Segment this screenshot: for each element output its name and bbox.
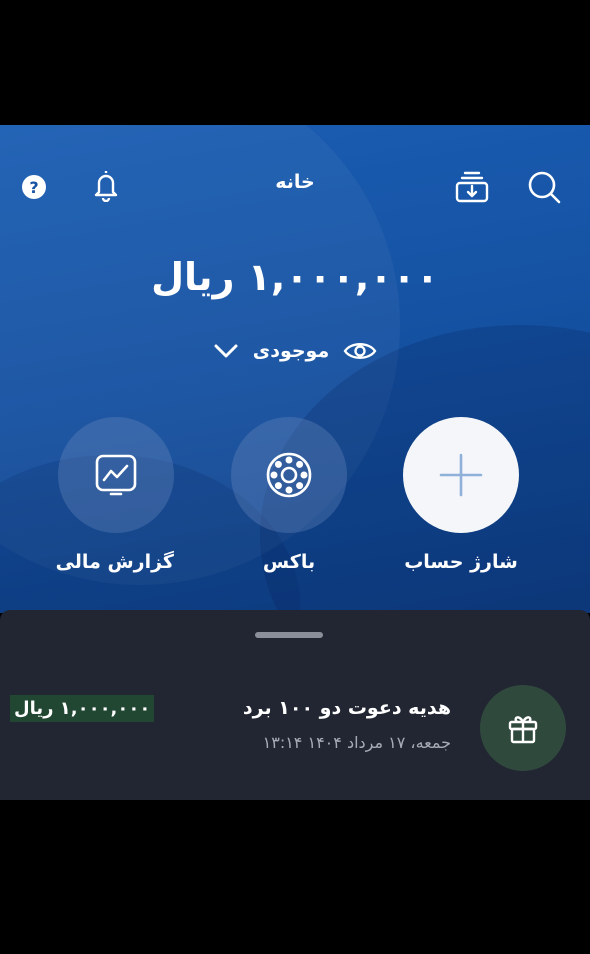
notifications-button[interactable] [86,165,126,205]
transaction-icon [480,685,566,771]
download-button[interactable] [452,167,492,207]
chevron-down-icon[interactable] [213,342,239,360]
plus-icon [439,453,483,497]
bell-icon [94,171,118,202]
gift-icon [508,716,538,744]
transactions-sheet: هدیه دعوت دو ۱۰۰ برد جمعه، ۱۷ مرداد ۱۴۰۴… [0,610,590,800]
charge-account-action[interactable]: شارژ حساب [403,417,519,573]
box-action[interactable]: باکس [231,417,347,573]
search-button[interactable] [524,167,564,207]
box-icon [266,452,312,498]
charge-account-button[interactable] [403,417,519,533]
transaction-amount: ۱,۰۰۰,۰۰۰ ریال [10,695,155,722]
balance-amount: ۱,۰۰۰,۰۰۰ ریال [151,255,439,299]
app-screen: ? خانه ۱,۰۰۰,۰۰۰ ریال موجودی شارژ حساب ب… [0,125,590,800]
balance-toggle[interactable]: موجودی [190,333,400,369]
box-button[interactable] [231,417,347,533]
svg-text:?: ? [29,178,38,197]
financial-report-button[interactable] [58,417,174,533]
page-title: خانه [275,171,315,193]
transaction-date: جمعه، ۱۷ مرداد ۱۴۰۴ ۱۳:۱۴ [262,733,451,752]
eye-icon[interactable] [343,340,377,362]
transaction-title: هدیه دعوت دو ۱۰۰ برد [242,697,451,719]
chart-icon [95,454,137,496]
download-icon [455,171,489,203]
box-label: باکس [262,551,316,573]
search-icon [528,171,561,204]
balance-label: موجودی [252,340,330,362]
home-hero: ? خانه ۱,۰۰۰,۰۰۰ ریال موجودی شارژ حساب ب… [0,125,590,613]
help-icon: ? [22,175,46,199]
help-button[interactable]: ? [14,167,54,207]
charge-account-label: شارژ حساب [404,551,518,573]
sheet-drag-handle[interactable] [255,632,323,638]
financial-report-action[interactable]: گزارش مالی [55,417,174,573]
financial-report-label: گزارش مالی [55,551,174,573]
